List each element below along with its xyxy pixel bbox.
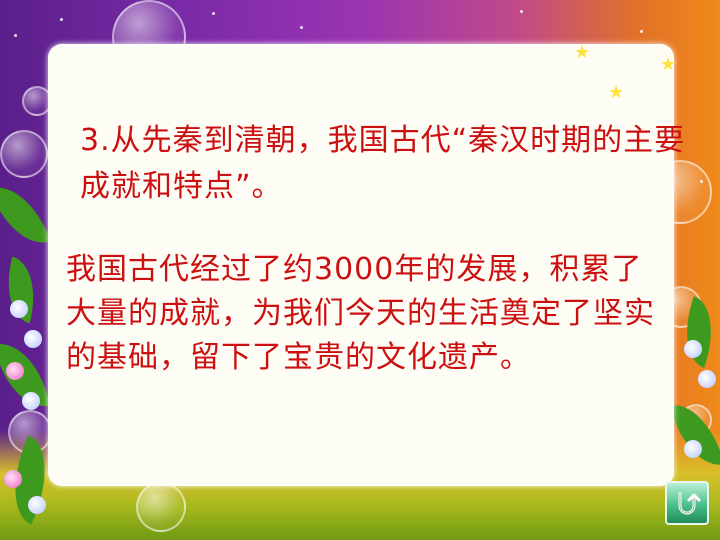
return-button[interactable] [665, 481, 709, 525]
bubble [0, 130, 48, 178]
star-icon: ★ [660, 54, 677, 75]
flower [28, 496, 46, 514]
flower [684, 440, 702, 458]
bubble [136, 482, 186, 532]
flower [6, 362, 24, 380]
flower [24, 330, 42, 348]
return-arrow-icon [678, 492, 701, 515]
star-icon: ★ [608, 82, 625, 103]
sparkle [212, 12, 215, 15]
slide-paragraph: 我国古代经过了约3000年的发展，积累了大量的成就，为我们今天的生活奠定了坚实的… [66, 252, 655, 375]
sparkle [60, 18, 63, 21]
star-icon: ★ [574, 42, 591, 63]
sparkle [640, 30, 643, 33]
flower [22, 392, 40, 410]
flower [4, 470, 22, 488]
flower [698, 370, 716, 388]
sparkle [14, 34, 17, 37]
flower [684, 340, 702, 358]
sparkle [520, 10, 523, 13]
flower [10, 300, 28, 318]
sparkle [300, 26, 303, 29]
slide-heading: 3.从先秦到清朝，我国古代“秦汉时期的主要成就和特点”。 [80, 123, 686, 204]
